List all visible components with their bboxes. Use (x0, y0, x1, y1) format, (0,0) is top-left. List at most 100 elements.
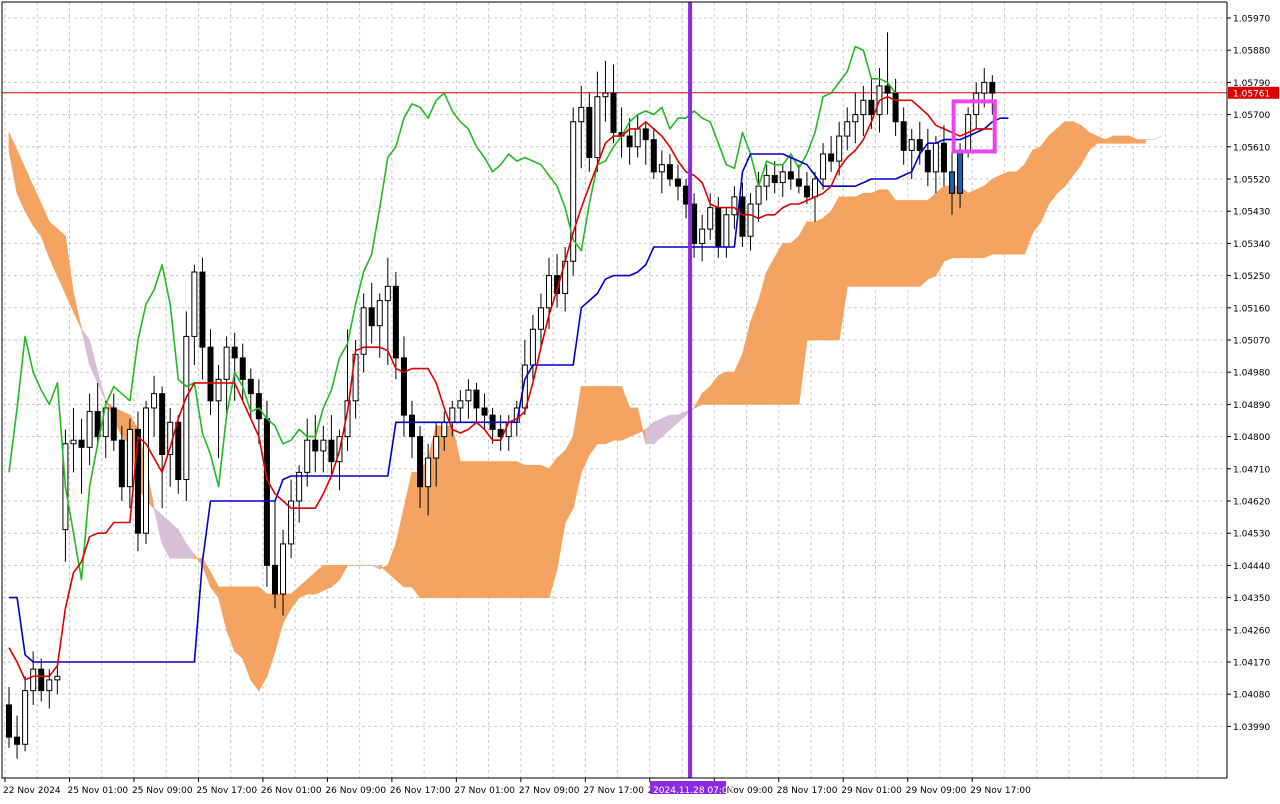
candle-body (940, 142, 947, 173)
candle-body (812, 178, 818, 198)
candle (38, 658, 45, 702)
cloud-segment-bear (89, 339, 99, 384)
cloud-segment-bull (1048, 128, 1058, 206)
candle (691, 193, 698, 258)
candle (409, 400, 415, 459)
ichimoku-chart[interactable]: 1.05970 1.05880 1.05790 1.05700 1.05610 1.055… (0, 0, 1280, 800)
cloud-segment-bull (693, 392, 703, 409)
candle-body (795, 178, 802, 187)
candle-body (594, 96, 601, 159)
candle (110, 393, 117, 451)
y-tick-label: 1.05430 (1233, 208, 1270, 218)
cloud-segment-bull (975, 185, 985, 259)
x-tick-label: 26 Nov 17:00 (390, 786, 451, 796)
candle-body (191, 271, 198, 337)
cloud-segment-bull (798, 220, 808, 405)
candle (634, 114, 641, 158)
y-tick-label: 1.04350 (1233, 594, 1270, 604)
candle-body (836, 135, 843, 162)
candle (473, 382, 480, 423)
candle (650, 128, 657, 179)
cloud-segment-bull (492, 461, 502, 598)
candle (312, 415, 319, 473)
candle (296, 465, 303, 523)
candle-body (908, 139, 915, 151)
cloud-segment-bull (935, 185, 945, 278)
cloud-segment-bull (1040, 134, 1050, 223)
cloud-segment-bull (991, 174, 1001, 255)
candle (932, 136, 939, 194)
candle (497, 415, 504, 451)
candle (924, 128, 931, 187)
cloud-segment-bear (669, 414, 679, 431)
cloud-segment-bull (887, 188, 896, 287)
cloud-segment-bull (895, 200, 905, 287)
cloud-segment-bull (218, 586, 228, 630)
candle-body (691, 203, 698, 244)
candle-body (22, 690, 29, 745)
chart-canvas[interactable]: 1.059701.058801.057901.057001.056101.055… (0, 0, 1280, 800)
candle-body (787, 171, 794, 180)
x-tick-label: 25 Nov 17:00 (196, 786, 257, 796)
candle (787, 157, 794, 190)
candle (699, 214, 706, 262)
y-tick-label: 1.03990 (1233, 723, 1270, 733)
candle-body (255, 393, 262, 420)
time-axis: 22 Nov 2024 25 Nov 01:00 25 Nov 09:00 25 No… (0, 778, 1280, 800)
cloud-segment-bull (750, 300, 759, 405)
candle-body (626, 135, 633, 148)
candle (666, 153, 673, 187)
candle-body (441, 421, 448, 438)
candle-body (900, 121, 907, 151)
candle-body (449, 407, 456, 423)
candle (328, 415, 335, 476)
vline-date-label: 2024.11.28 07:00 (653, 786, 734, 796)
candle (78, 418, 85, 494)
candle-body (586, 106, 593, 159)
cloud-segment-bull (967, 189, 977, 259)
y-tick-label: 1.05610 (1233, 143, 1270, 153)
candle-body (376, 300, 383, 327)
candle (360, 293, 367, 373)
cloud-segment-bull (379, 564, 389, 574)
cloud-segment-bull (943, 185, 953, 262)
candle-body (803, 185, 810, 198)
y-tick-label: 1.05520 (1233, 176, 1270, 186)
candle-body (989, 81, 996, 94)
cloud-segment-bull (758, 271, 768, 405)
x-tick-label: 27 Nov 09:00 (519, 786, 580, 796)
cloud-segment-bull (56, 228, 66, 294)
cloud-segment-bull (451, 425, 461, 598)
cloud-segment-bull (1120, 135, 1130, 144)
y-tick-label: 1.04800 (1233, 433, 1270, 443)
candle (683, 179, 690, 219)
y-tick-label: 1.05340 (1233, 240, 1270, 250)
cloud-segment-bull (1024, 148, 1034, 255)
cloud-segment-bull (226, 586, 236, 652)
x-tick-label: 25 Nov 01:00 (67, 786, 128, 796)
candle (658, 150, 665, 194)
y-tick-label: 1.04170 (1233, 659, 1270, 669)
cloud-segment-bear (169, 521, 179, 559)
cloud-segment-bull (282, 593, 292, 625)
candle (594, 71, 601, 172)
candle-body (151, 393, 158, 409)
cloud-segment-bull (734, 354, 743, 405)
candle-body (417, 436, 424, 488)
candle (771, 161, 778, 194)
cloud-segment-bull (443, 425, 453, 598)
candle-body (70, 439, 77, 445)
cloud-segment-bull (65, 236, 74, 312)
candle-body (247, 378, 254, 395)
cloud-segment-bull (613, 386, 622, 441)
cloud-segment-bull (725, 371, 735, 405)
candle-body (924, 149, 931, 173)
cloud-segment-bull (532, 464, 542, 598)
cloud-segment-bull (524, 464, 534, 598)
candle-body (263, 418, 270, 566)
candle (134, 411, 141, 552)
cloud-segment-bull (234, 586, 244, 660)
candle (54, 665, 61, 695)
cloud-segment-bear (661, 414, 671, 438)
cloud-segment-bull (806, 221, 816, 341)
